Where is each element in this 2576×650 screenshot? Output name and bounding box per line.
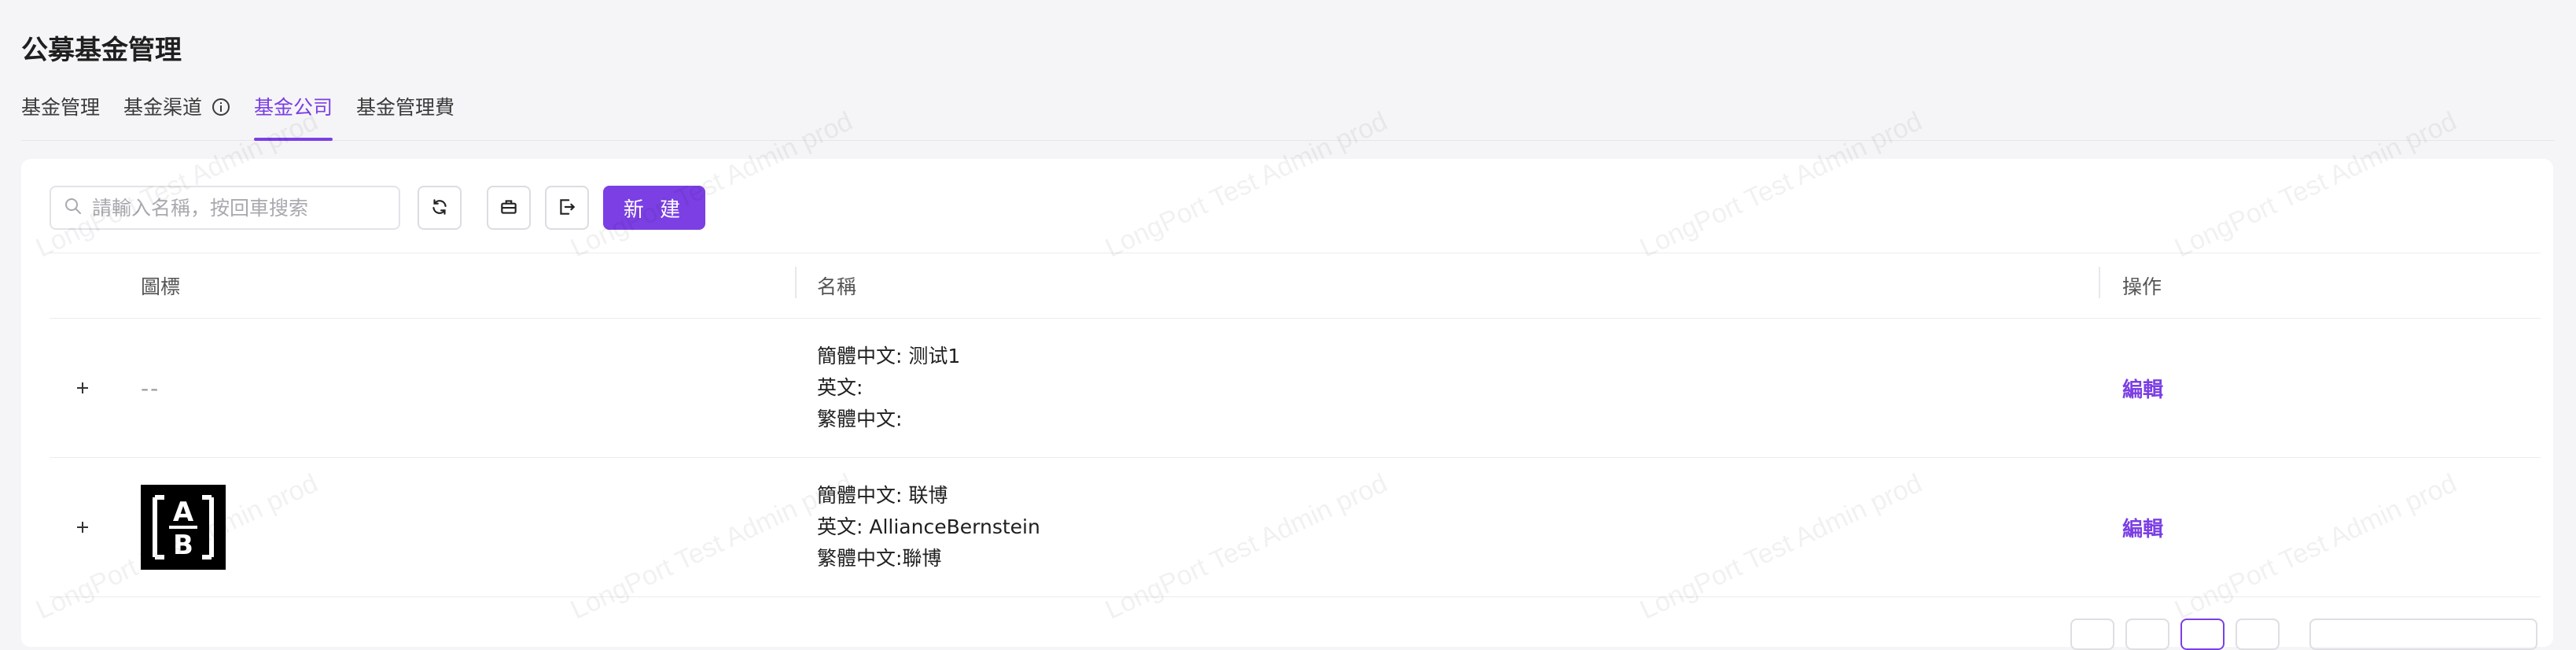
- column-header-name: 名稱: [795, 267, 2099, 300]
- tab-fund-channel[interactable]: 基金渠道: [123, 90, 230, 140]
- export-icon: [557, 197, 577, 220]
- pagination-item[interactable]: [2125, 619, 2169, 650]
- toolbar: 新 建: [50, 186, 705, 230]
- edit-link[interactable]: 編輯: [2122, 379, 2163, 402]
- tab-label: 基金渠道: [123, 96, 203, 119]
- refresh-button[interactable]: [418, 186, 462, 230]
- tab-label: 基金管理費: [356, 96, 455, 119]
- expand-icon[interactable]: [67, 372, 98, 404]
- pagination: [2070, 619, 2280, 650]
- tab-label: 基金公司: [254, 96, 333, 119]
- svg-text:B: B: [173, 530, 193, 561]
- info-icon[interactable]: [212, 98, 230, 116]
- tab-fund-company[interactable]: 基金公司: [254, 90, 333, 141]
- content-card: 新 建 圖標 名稱 操作 -- 簡體中文: 测试1 英文: 繁體中文:: [21, 159, 2553, 650]
- search-input[interactable]: [90, 195, 386, 220]
- pagination-prev-button[interactable]: [2070, 619, 2114, 650]
- table-header: 圖標 名稱 操作: [50, 253, 2541, 319]
- pagination-item-current[interactable]: [2180, 619, 2225, 650]
- svg-text:A: A: [173, 497, 194, 528]
- column-header-logo: 圖標: [141, 275, 181, 298]
- expand-icon[interactable]: [67, 512, 98, 543]
- tab-bar: 基金管理 基金渠道 基金公司 基金管理費: [21, 90, 2555, 141]
- export-button[interactable]: [545, 186, 589, 230]
- column-settings-button[interactable]: [487, 186, 531, 230]
- search-icon: [64, 197, 83, 219]
- name-simplified: 簡體中文: 联博: [817, 484, 948, 507]
- name-english: 英文: AllianceBernstein: [817, 515, 1040, 538]
- new-button[interactable]: 新 建: [603, 186, 705, 230]
- tab-fund-management-fee[interactable]: 基金管理費: [356, 90, 454, 140]
- column-header-ops: 操作: [2099, 267, 2541, 300]
- logo-placeholder: --: [141, 375, 160, 401]
- alliancebernstein-logo: A B: [141, 485, 226, 570]
- table-row: -- 簡體中文: 测试1 英文: 繁體中文: 編輯: [50, 319, 2541, 458]
- tab-label: 基金管理: [21, 96, 101, 119]
- refresh-icon: [429, 197, 450, 220]
- table-row: A B 簡體中文: 联博 英文: AllianceBernstein 繁體中文:…: [50, 458, 2541, 597]
- tab-fund-management[interactable]: 基金管理: [21, 90, 100, 140]
- edit-link[interactable]: 編輯: [2122, 518, 2163, 541]
- name-traditional: 繁體中文:: [817, 408, 903, 430]
- page-title: 公募基金管理: [21, 35, 182, 66]
- fund-company-table: 圖標 名稱 操作 -- 簡體中文: 测试1 英文: 繁體中文: 編輯 A B 簡…: [50, 253, 2541, 597]
- name-simplified: 簡體中文: 测试1: [817, 345, 961, 367]
- search-box[interactable]: [50, 186, 400, 230]
- briefcase-icon: [499, 197, 519, 220]
- name-traditional: 繁體中文:聯博: [817, 547, 942, 570]
- name-english: 英文:: [817, 376, 863, 399]
- pagination-next-button[interactable]: [2236, 619, 2280, 650]
- page-size-select[interactable]: [2309, 619, 2537, 650]
